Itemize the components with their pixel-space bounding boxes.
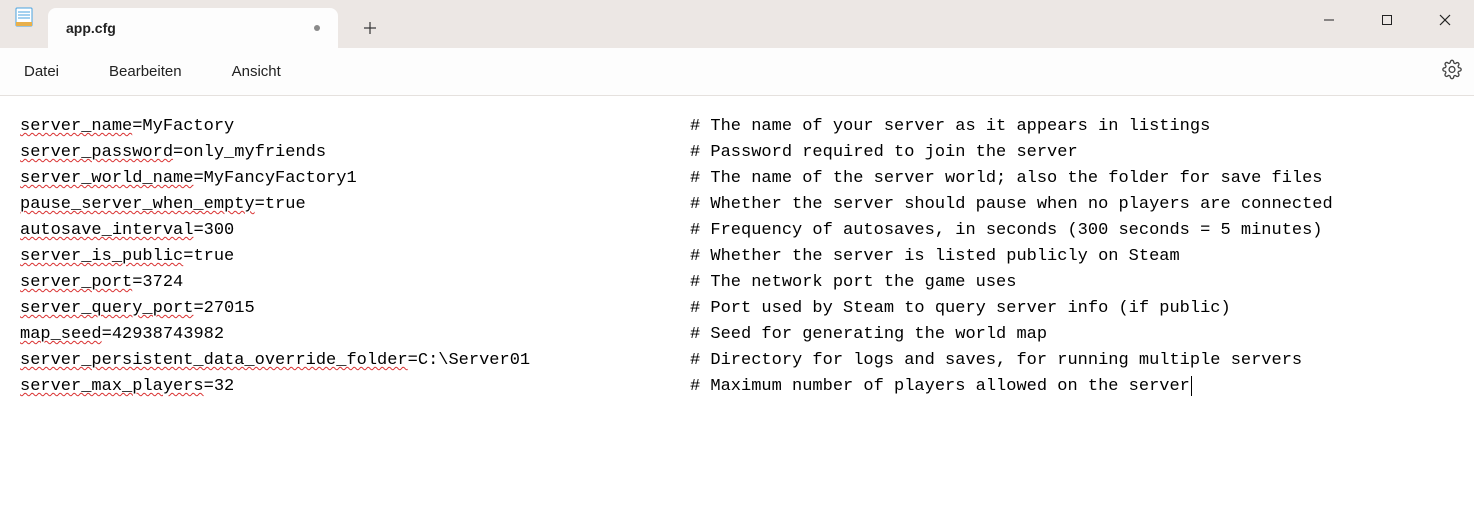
equals-sign: = [193,169,203,188]
settings-button[interactable] [1442,59,1462,84]
config-comment: # Maximum number of players allowed on t… [690,374,1192,400]
tab-modified-indicator-icon [314,25,320,31]
config-comment: # Whether the server is listed publicly … [690,244,1180,270]
equals-sign: = [183,247,193,266]
config-key: server_port [20,273,132,292]
config-kv: server_port=3724 [20,273,183,292]
config-kv: server_persistent_data_override_folder=C… [20,351,530,370]
config-key: server_password [20,143,173,162]
config-kv: server_is_public=true [20,247,234,266]
equals-sign: = [132,117,142,136]
new-tab-button[interactable] [350,8,390,48]
config-comment: # Frequency of autosaves, in seconds (30… [690,218,1323,244]
titlebar: app.cfg [0,0,1474,48]
config-value: MyFactory [142,117,234,136]
config-value: 300 [204,221,235,240]
config-key: server_world_name [20,169,193,188]
notepad-icon [14,7,34,27]
config-kv: server_query_port=27015 [20,299,255,318]
config-value: C:\Server01 [418,351,530,370]
text-cursor-icon [1191,376,1192,396]
config-line[interactable]: server_is_public=true # Whether the serve… [20,244,1454,270]
config-value: 3724 [142,273,183,292]
menu-edit[interactable]: Bearbeiten [93,55,198,88]
gear-icon [1442,59,1462,79]
config-line[interactable]: map_seed=42938743982 # Seed for generatin… [20,322,1454,348]
config-kv: server_world_name=MyFancyFactory1 [20,169,357,188]
config-key: map_seed [20,325,102,344]
window-controls [1300,0,1474,40]
config-kv: pause_server_when_empty=true [20,195,306,214]
config-key: server_query_port [20,299,193,318]
config-value: MyFancyFactory1 [204,169,357,188]
config-comment: # Directory for logs and saves, for runn… [690,348,1302,374]
maximize-button[interactable] [1358,0,1416,40]
config-kv: map_seed=42938743982 [20,325,224,344]
config-comment: # Seed for generating the world map [690,322,1047,348]
config-kv: autosave_interval=300 [20,221,234,240]
equals-sign: = [193,221,203,240]
menu-file[interactable]: Datei [8,55,75,88]
equals-sign: = [102,325,112,344]
equals-sign: = [132,273,142,292]
config-value: 32 [214,377,234,396]
config-key: server_is_public [20,247,183,266]
config-line[interactable]: server_persistent_data_override_folder=C… [20,348,1454,374]
equals-sign: = [204,377,214,396]
config-value: only_myfriends [183,143,326,162]
config-comment: # Whether the server should pause when n… [690,192,1333,218]
config-key: server_persistent_data_override_folder [20,351,408,370]
config-line[interactable]: server_max_players=32 # Maximum number of… [20,374,1454,400]
config-line[interactable]: server_password=only_myfriends # Password… [20,140,1454,166]
config-comment: # The name of your server as it appears … [690,114,1210,140]
config-line[interactable]: server_world_name=MyFancyFactory1 # The n… [20,166,1454,192]
config-comment: # The network port the game uses [690,270,1016,296]
equals-sign: = [408,351,418,370]
tab-active[interactable]: app.cfg [48,8,338,48]
config-key: autosave_interval [20,221,193,240]
config-value: 42938743982 [112,325,224,344]
config-key: server_max_players [20,377,204,396]
menubar: Datei Bearbeiten Ansicht [0,48,1474,96]
equals-sign: = [173,143,183,162]
config-value: true [265,195,306,214]
tab-title: app.cfg [66,20,314,36]
minimize-button[interactable] [1300,0,1358,40]
config-comment: # Password required to join the server [690,140,1078,166]
editor-area[interactable]: server_name=MyFactory# The name of your … [0,96,1474,418]
equals-sign: = [255,195,265,214]
config-kv: server_name=MyFactory [20,117,234,136]
config-comment: # The name of the server world; also the… [690,166,1323,192]
equals-sign: = [193,299,203,318]
config-comment: # Port used by Steam to query server inf… [690,296,1231,322]
config-key: pause_server_when_empty [20,195,255,214]
config-key: server_name [20,117,132,136]
config-line[interactable]: server_port=3724 # The network port the g… [20,270,1454,296]
config-line[interactable]: server_query_port=27015 # Port used by St… [20,296,1454,322]
config-line[interactable]: server_name=MyFactory # The name of your … [20,114,1454,140]
close-button[interactable] [1416,0,1474,40]
config-value: true [193,247,234,266]
menu-view[interactable]: Ansicht [216,55,297,88]
config-kv: server_password=only_myfriends [20,143,326,162]
config-line[interactable]: pause_server_when_empty=true # Whether th… [20,192,1454,218]
config-line[interactable]: autosave_interval=300 # Frequency of auto… [20,218,1454,244]
config-kv: server_max_players=32 [20,377,234,396]
config-value: 27015 [204,299,255,318]
